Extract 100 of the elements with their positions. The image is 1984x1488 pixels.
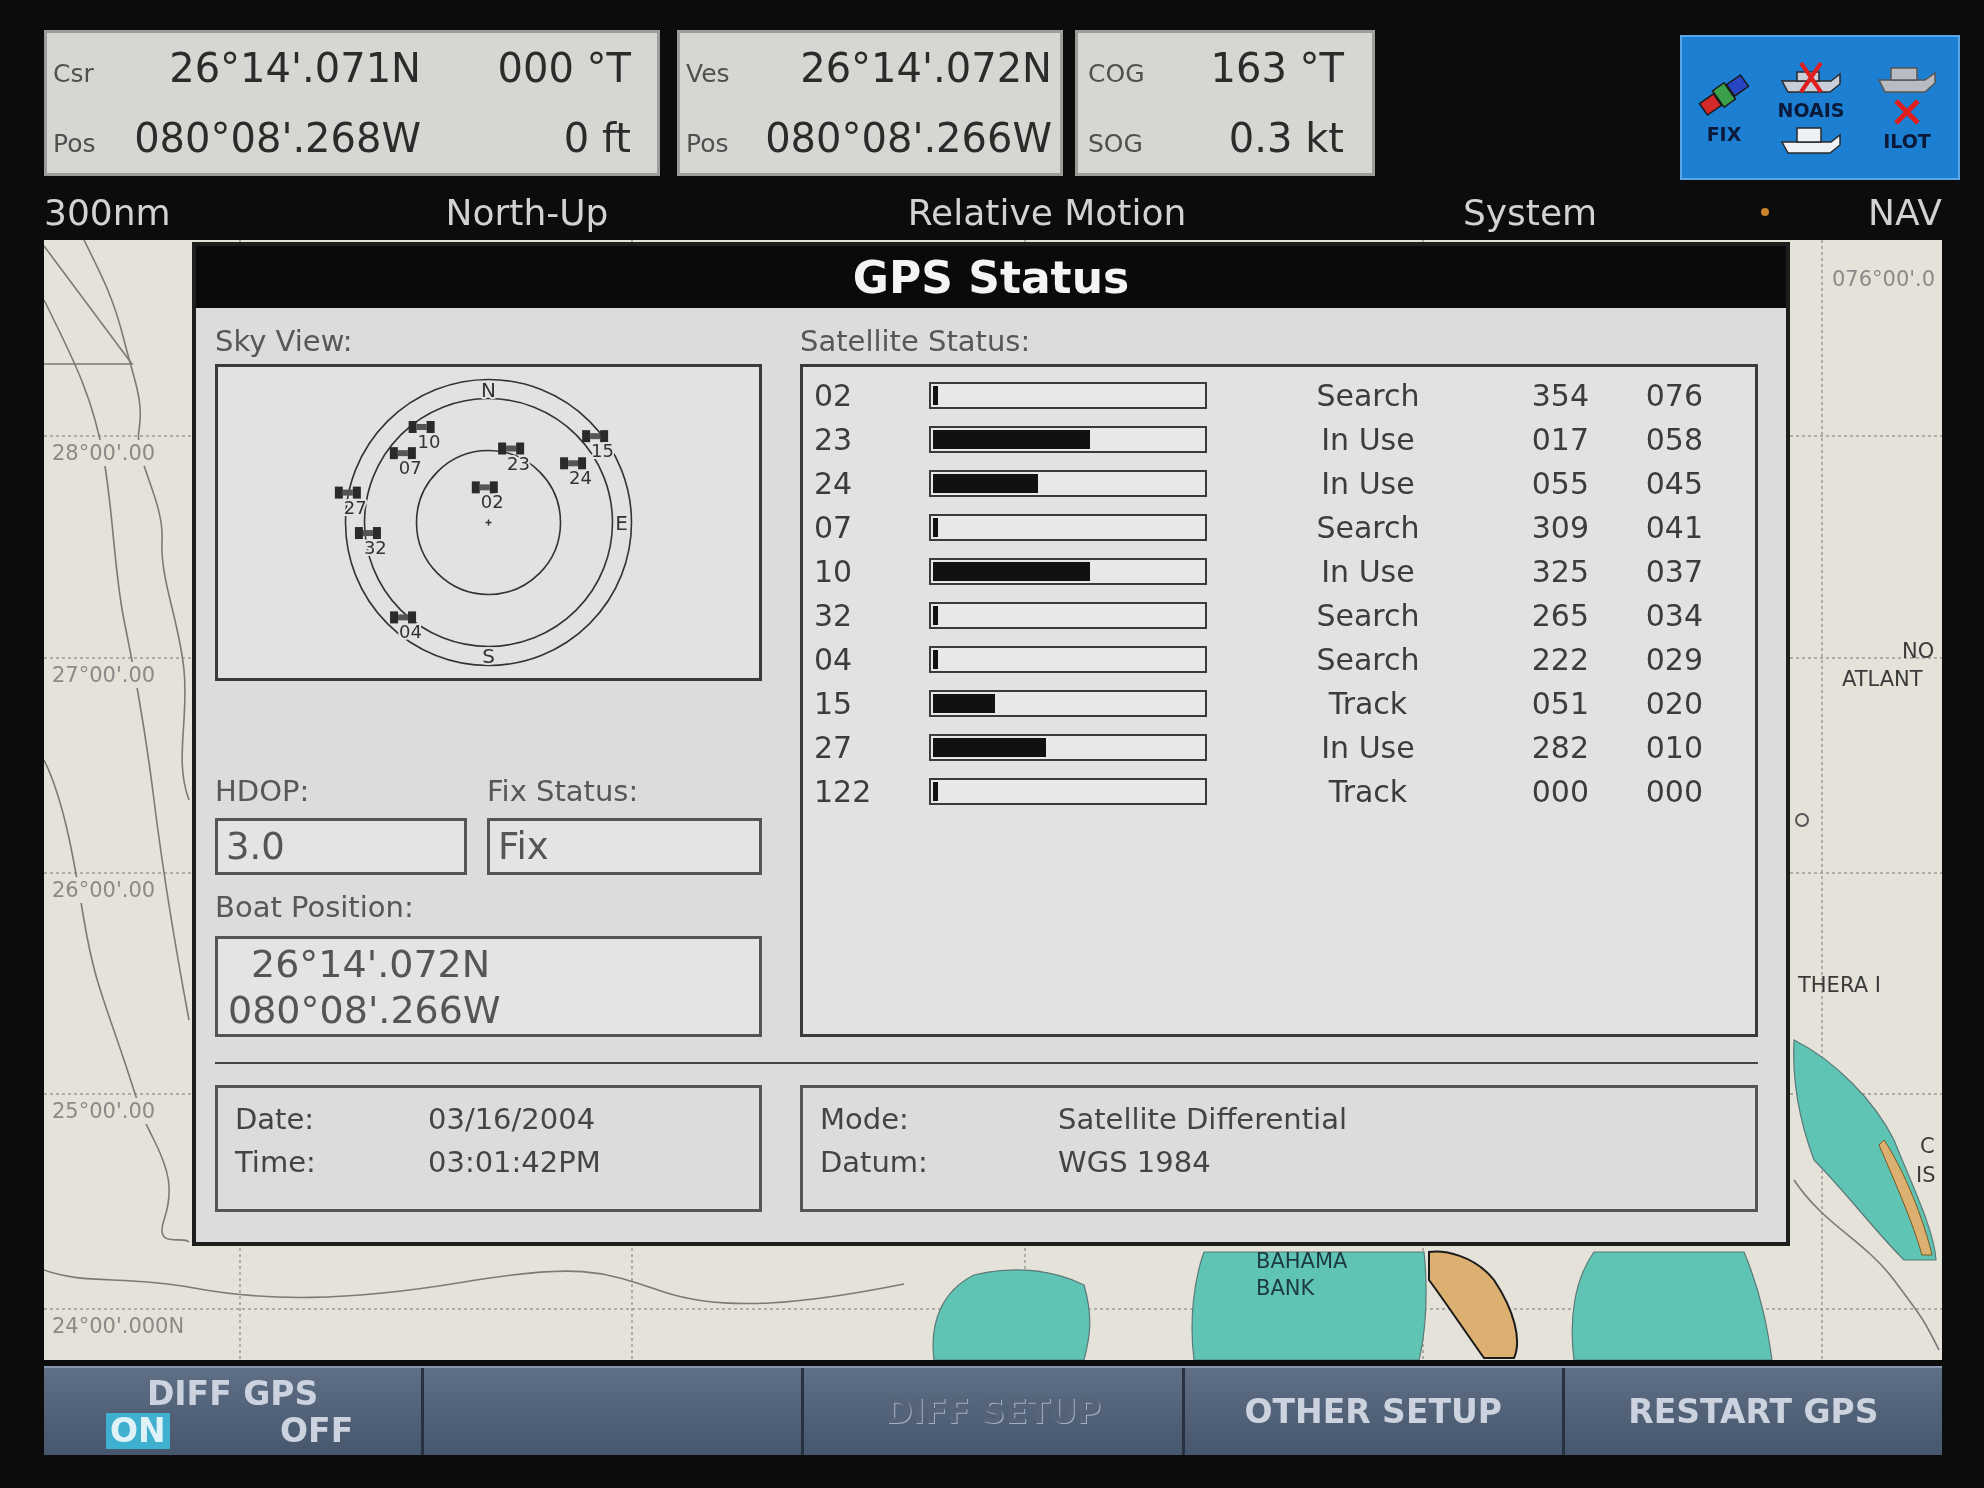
satellite-number: 04 [814, 641, 853, 677]
readout-value: 0 ft [562, 115, 631, 161]
status-label: FIX [1706, 122, 1742, 145]
status-label: NOAIS [1777, 98, 1845, 121]
table-cell: 309 [1531, 509, 1589, 545]
readout-value: 000 °T [496, 45, 631, 91]
satellite-label: 24 [569, 467, 592, 489]
satellite-number: 27 [814, 729, 853, 765]
ring-icon [1795, 813, 1809, 827]
cross-icon [1893, 97, 1921, 126]
softkey-button[interactable]: RESTART GPS [1564, 1368, 1942, 1455]
center-mark-icon [484, 518, 493, 527]
table-cell: 045 [1645, 465, 1703, 501]
softkey-label: DIFF GPS [146, 1374, 319, 1413]
indicator-dot-icon [1761, 208, 1769, 216]
toggle-option[interactable]: ON [106, 1412, 170, 1449]
info-value: 03:01:42PM [428, 1144, 601, 1181]
readout-value: 080°08'.268W [133, 115, 421, 161]
satellite-state: In Use [1321, 465, 1415, 501]
satellite-state: In Use [1321, 553, 1415, 589]
map-label: ATLANT [1842, 666, 1923, 692]
satellite-label: 04 [399, 621, 422, 643]
compass-letter: N [481, 377, 496, 402]
satellite-icon [354, 527, 381, 540]
satellite-state: Search [1316, 509, 1420, 545]
table-cell: 017 [1531, 421, 1589, 457]
satellite-icon [408, 421, 435, 433]
field-label: Fix Status: [487, 773, 639, 809]
info-label: Time: [235, 1144, 316, 1181]
satellite-state: Track [1328, 773, 1408, 809]
chart-mode-label: Relative Motion [907, 191, 1187, 233]
satellite-state: Search [1316, 597, 1420, 633]
table-cell: 000 [1531, 773, 1589, 809]
satellite-label: 23 [507, 452, 531, 474]
table-cell: 265 [1531, 597, 1589, 633]
field-label: HDOP: [215, 773, 310, 809]
satellite-state: In Use [1321, 729, 1415, 765]
readout-value: 163 °T [1209, 45, 1344, 91]
map-label: BAHAMA BANK [1256, 1248, 1348, 1302]
chart-scale: 300nm [44, 191, 172, 233]
toggle-option[interactable]: OFF [276, 1412, 358, 1449]
table-cell: 041 [1645, 509, 1703, 545]
readout-label: Ves [686, 59, 731, 88]
satellite-number: 10 [814, 553, 853, 589]
satellite-number: 24 [814, 465, 853, 501]
satellite-icon [560, 457, 587, 470]
satellite-state: Search [1316, 641, 1420, 677]
softkey-button[interactable]: OTHER SETUP [1184, 1368, 1565, 1455]
readout-label: Pos [53, 129, 97, 158]
readout-value: 26°14'.072N [799, 45, 1052, 91]
readout-label: COG [1088, 59, 1146, 88]
table-cell: 029 [1645, 641, 1703, 677]
satellite-label: 10 [417, 431, 441, 452]
hdop-field: 3.0 [215, 818, 467, 875]
info-value: Satellite Differential [1058, 1101, 1347, 1138]
info-label: Date: [235, 1101, 315, 1138]
table-cell: 010 [1645, 729, 1703, 765]
latitude-text: 26°14'.072N [251, 941, 491, 987]
readout-label: SOG [1088, 129, 1144, 158]
satellite-state: Track [1328, 685, 1408, 721]
satellite-icon [389, 447, 416, 460]
table-cell: 051 [1531, 685, 1589, 721]
boat-icon [1779, 124, 1843, 155]
satellite-icon [582, 430, 609, 443]
readout-value: 080°08'.266W [764, 115, 1052, 161]
crossed-boat-icon [1779, 60, 1843, 95]
satellite-icon [498, 442, 525, 455]
table-cell: 034 [1645, 597, 1703, 633]
satellite-icon [390, 611, 417, 624]
satellite-number: 23 [814, 421, 853, 457]
satellite-label: 15 [591, 440, 615, 462]
satellite-number: 02 [814, 377, 853, 413]
map-label: THERA I [1798, 972, 1881, 998]
info-label: Datum: [820, 1144, 928, 1181]
longitude-text: 080°08'.266W [228, 987, 501, 1033]
section-label: Sky View: [215, 323, 353, 360]
readout-label: Csr [53, 59, 95, 88]
status-label: ILOT [1883, 129, 1931, 152]
table-cell: 325 [1531, 553, 1589, 589]
section-label: Satellite Status: [800, 323, 1031, 360]
table-cell: 058 [1645, 421, 1703, 457]
compass-letter: S [482, 643, 495, 668]
readout-value: 0.3 kt [1227, 115, 1344, 161]
dialog-title: GPS Status [196, 246, 1786, 308]
satellite-number: 32 [814, 597, 853, 633]
table-cell: 354 [1531, 377, 1589, 413]
table-cell: 222 [1531, 641, 1589, 677]
satellite-label: 02 [480, 491, 504, 513]
readout-value: 26°14'.071N [168, 45, 421, 91]
map-label: IS [1916, 1162, 1936, 1188]
satellite-number: 122 [814, 773, 872, 809]
chart-mode-label: North-Up [445, 191, 609, 233]
satellite-icon [334, 486, 361, 499]
nav-mode-label: NAV [1868, 191, 1942, 233]
satellite-state: Search [1316, 377, 1420, 413]
fix-status-field: Fix [487, 818, 762, 875]
table-cell: 020 [1645, 685, 1703, 721]
readout-label: Pos [686, 129, 730, 158]
info-label: Mode: [820, 1101, 909, 1138]
info-value: WGS 1984 [1058, 1144, 1211, 1181]
